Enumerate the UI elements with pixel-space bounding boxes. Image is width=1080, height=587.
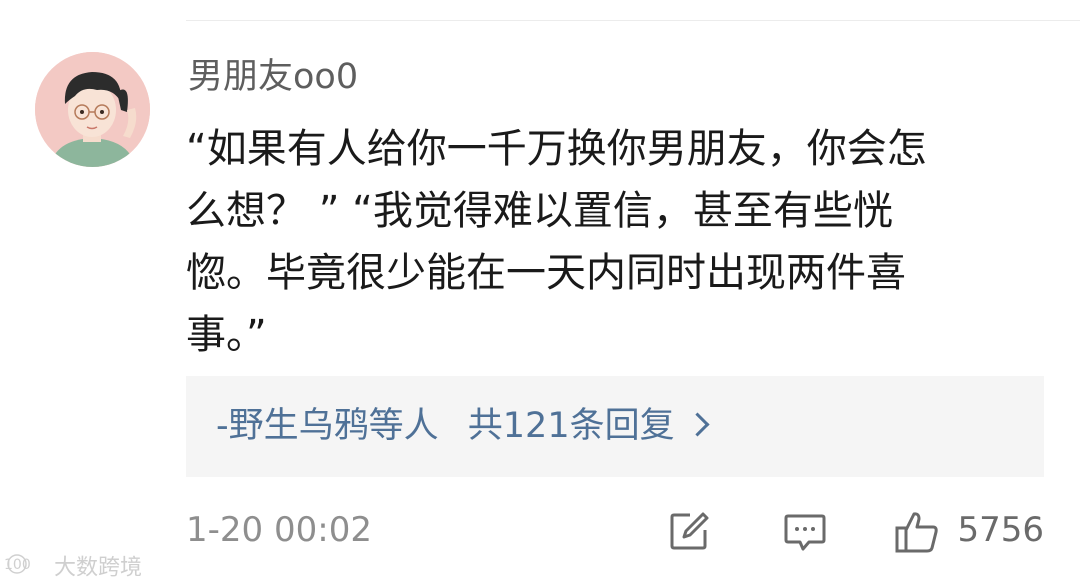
thumbs-up-icon[interactable] [894,510,940,554]
comment-footer: 1-20 00:02 5756 [186,505,1044,555]
comment-line: 么想？ ” “我觉得难以置信，甚至有些恍 [186,188,893,234]
comment-icon[interactable] [783,510,827,554]
top-divider [186,20,1080,21]
comment-line: 惚。毕竟很少能在一天内同时出现两件喜 [186,250,906,296]
watermark-logo-icon: 100 [4,552,48,585]
like-count[interactable]: 5756 [957,505,1044,555]
avatar[interactable] [35,52,150,167]
replies-count: 共121条回复 [467,406,675,446]
watermark-text: 大数跨境 [54,555,143,581]
edit-icon[interactable] [668,510,710,552]
timestamp: 1-20 00:02 [186,510,372,550]
comment-line: 事。” [186,312,267,358]
username[interactable]: 男朋友oo0 [188,52,358,102]
replies-link[interactable]: -野生乌鸦等人 共121条回复 [216,376,710,477]
replies-preview[interactable]: -野生乌鸦等人 共121条回复 [186,376,1044,477]
comment-text: “如果有人给你一千万换你男朋友，你会怎 么想？ ” “我觉得难以置信，甚至有些恍… [186,118,1046,366]
chevron-right-icon [685,412,710,437]
comment-line: “如果有人给你一千万换你男朋友，你会怎 [186,126,927,172]
replies-prefix: -野生乌鸦等人 [216,406,439,446]
watermark: 100 大数跨境 [4,552,142,585]
avatar-illustration [35,52,150,167]
